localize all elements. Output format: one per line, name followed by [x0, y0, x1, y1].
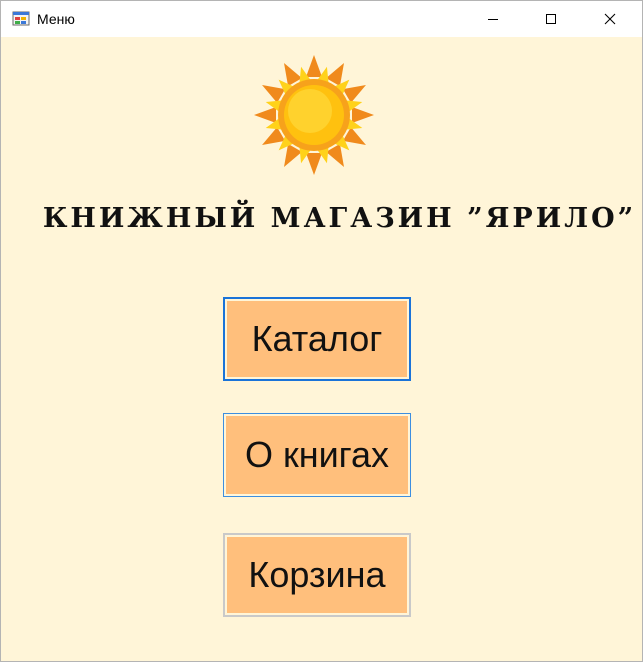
close-icon [604, 13, 616, 25]
title-bar[interactable]: Меню [1, 1, 642, 37]
maximize-button[interactable] [528, 1, 574, 37]
minimize-icon [488, 19, 498, 20]
sun-icon [254, 55, 374, 175]
shop-title: КНИЖНЫЙ МАГАЗИН ”ЯРИЛО” [42, 203, 637, 234]
catalog-button[interactable]: Каталог [223, 297, 411, 381]
window-title: Меню [37, 11, 75, 27]
minimize-button[interactable] [470, 1, 516, 37]
app-icon [12, 11, 30, 26]
client-area: КНИЖНЫЙ МАГАЗИН ”ЯРИЛО” Каталог О книгах… [1, 37, 642, 661]
maximize-icon [546, 14, 556, 24]
app-window: Меню КНИЖНЫЙ МАГАЗИН ”ЯРИЛО” Каталог О к… [0, 0, 643, 662]
about-books-button[interactable]: О книгах [223, 413, 411, 497]
close-button[interactable] [587, 1, 633, 37]
cart-button[interactable]: Корзина [223, 533, 411, 617]
